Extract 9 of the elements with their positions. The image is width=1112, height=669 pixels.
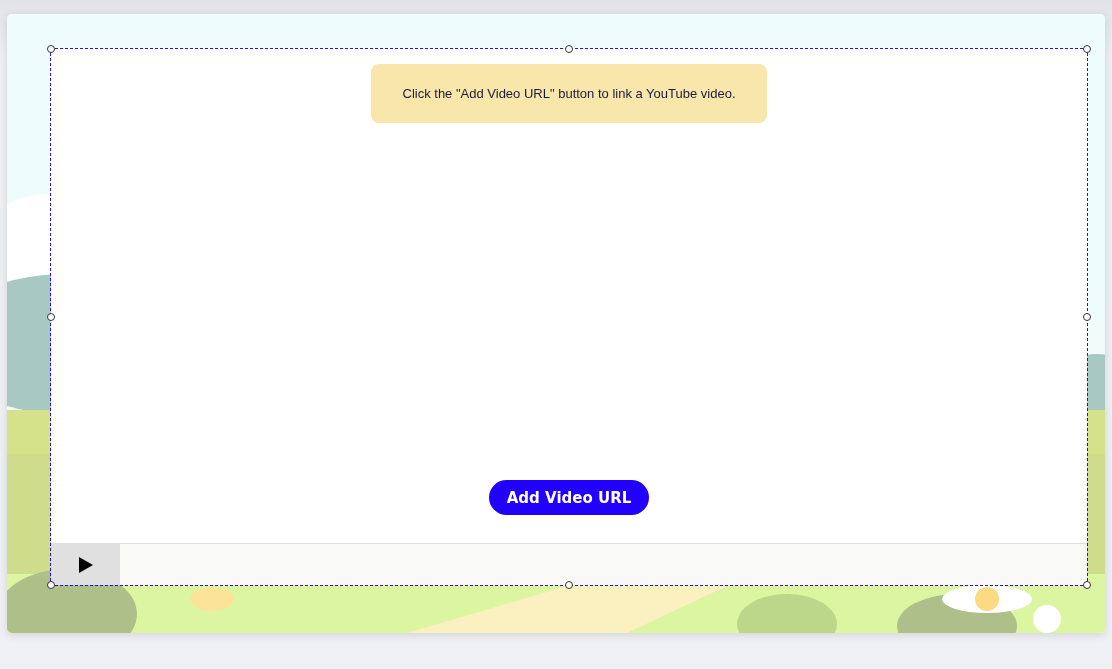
add-video-url-button[interactable]: Add Video URL: [489, 480, 649, 515]
resize-handle[interactable]: [1083, 45, 1091, 53]
resize-handle[interactable]: [565, 45, 573, 53]
resize-handle[interactable]: [47, 313, 55, 321]
resize-handle[interactable]: [47, 45, 55, 53]
notice-message: Click the "Add Video URL" button to link a YouTube video.: [371, 64, 767, 123]
play-button[interactable]: [51, 544, 120, 585]
play-icon: [78, 556, 93, 573]
resize-handle[interactable]: [1083, 313, 1091, 321]
